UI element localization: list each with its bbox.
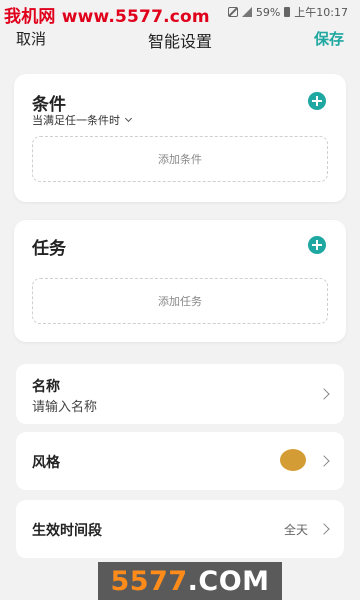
chevron-down-icon [124,114,133,123]
status-bar: 我机网 www.5577.com 59% 上午10:17 [0,0,360,27]
add-task-plus-icon[interactable] [308,236,326,254]
top-nav: 取消 智能设置 保存 [0,28,360,51]
time-period-row[interactable]: 生效时间段 全天 [16,500,344,558]
mute-icon [227,7,238,17]
name-input[interactable]: 请输入名称 [32,396,97,415]
signal-icon [241,7,252,17]
add-task-button[interactable]: 添加任务 [32,278,328,324]
chevron-right-icon [318,455,330,467]
battery-percent: 59% [255,5,281,19]
task-card: 任务 添加任务 [14,220,346,342]
style-row[interactable]: 风格 [16,432,344,490]
chevron-right-icon [318,388,330,400]
condition-mode-label: 当满足任一条件时 [32,114,120,127]
status-icons: 59% 上午10:17 [227,4,348,20]
add-condition-plus-icon[interactable] [308,92,326,110]
time-period-value: 全天 [283,523,308,537]
bottom-watermark-logo: 5577 .COM [98,562,282,600]
page-title: 智能设置 [147,32,212,51]
style-label: 风格 [32,455,60,471]
watermark-part-2: .COM [187,565,270,597]
battery-icon [284,7,291,17]
name-label: 名称 [32,379,60,395]
clock: 上午10:17 [294,6,348,19]
chevron-right-icon [318,523,330,535]
add-condition-label: 添加条件 [158,153,202,166]
name-row[interactable]: 名称 请输入名称 [16,364,344,424]
task-title: 任务 [32,239,66,259]
condition-mode-dropdown[interactable]: 当满足任一条件时 [32,112,133,128]
time-period-label: 生效时间段 [32,523,102,539]
watermark-part-1: 5577 [110,565,188,597]
save-button[interactable]: 保存 [314,28,344,49]
condition-card: 条件 当满足任一条件时 添加条件 [14,74,346,202]
site-watermark: 我机网 www.5577.com [4,7,210,27]
add-task-label: 添加任务 [158,295,202,308]
style-color-swatch [280,449,306,471]
add-condition-button[interactable]: 添加条件 [32,136,328,182]
